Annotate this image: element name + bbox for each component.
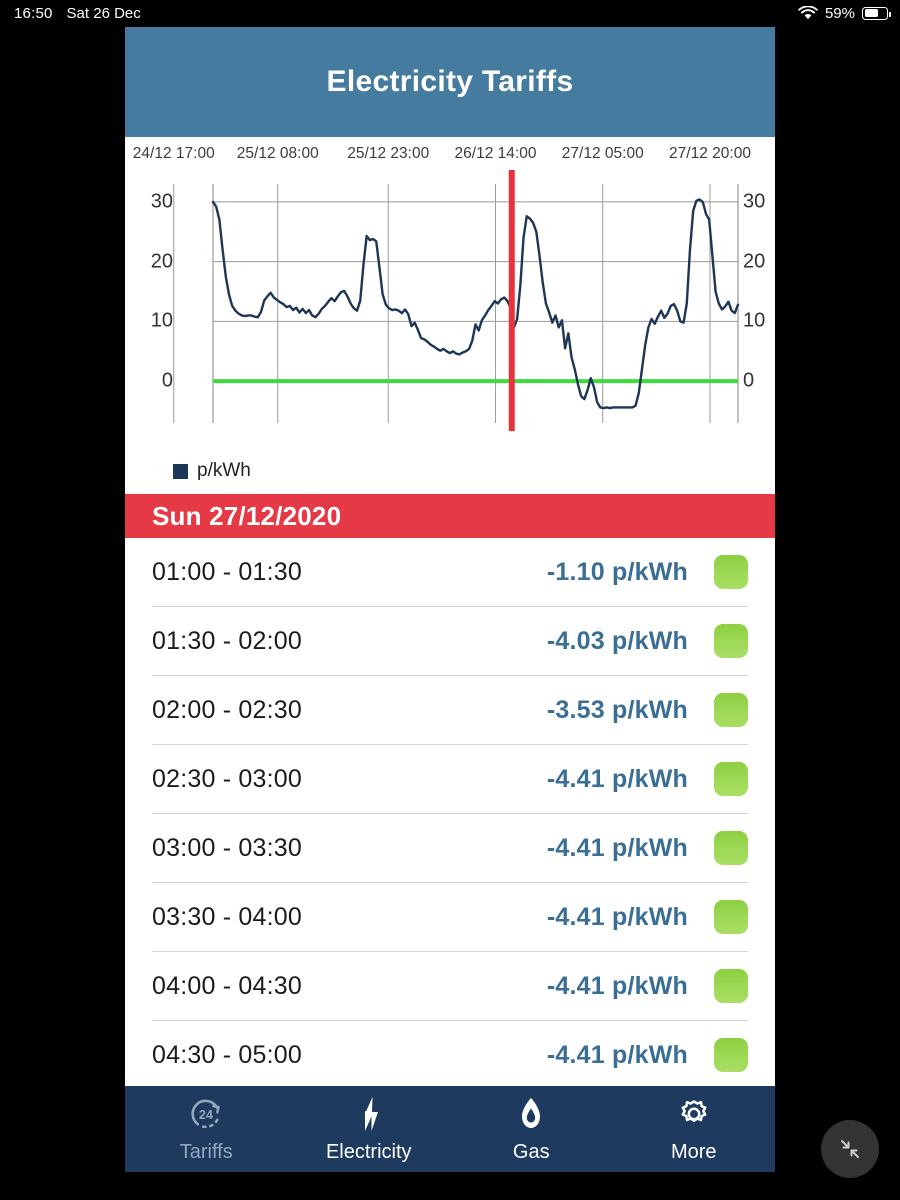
tariff-row[interactable]: 04:30 - 05:00 -4.41 p/kWh bbox=[152, 1021, 748, 1090]
app-header: Electricity Tariffs bbox=[125, 27, 775, 137]
tariff-row-time: 01:00 - 01:30 bbox=[152, 557, 302, 586]
tariff-row-price: -4.03 p/kWh bbox=[546, 626, 688, 655]
tariff-row[interactable]: 04:00 - 04:30 -4.41 p/kWh bbox=[152, 952, 748, 1021]
tariff-list[interactable]: 01:00 - 01:30 -1.10 p/kWh 01:30 - 02:00 -4.… bbox=[125, 538, 775, 1116]
tariff-row-price: -4.41 p/kWh bbox=[546, 764, 688, 793]
tariff-row[interactable]: 01:30 - 02:00 -4.03 p/kWh bbox=[152, 607, 748, 676]
status-bar: 16:50 Sat 26 Dec 59% bbox=[0, 0, 900, 26]
tariff-row[interactable]: 03:30 - 04:00 -4.41 p/kWh bbox=[152, 883, 748, 952]
gear-icon bbox=[675, 1094, 713, 1134]
collapse-window-button[interactable] bbox=[821, 1120, 879, 1178]
chart-y-tick-label: 10 bbox=[743, 309, 766, 332]
legend-color-swatch bbox=[173, 463, 188, 479]
status-bar-date: Sat 26 Dec bbox=[66, 4, 141, 22]
tariff-row-swatch bbox=[714, 969, 748, 1003]
chart-x-axis-labels: 24/12 17:00 25/12 08:00 25/12 23:00 26/12 1… bbox=[125, 145, 775, 167]
clock-24-icon: 24 bbox=[187, 1094, 225, 1134]
date-banner-text: Sun 27/12/2020 bbox=[152, 500, 342, 531]
tariff-row-swatch bbox=[714, 555, 748, 589]
chart-y-tick-label: 30 bbox=[743, 190, 766, 213]
tariff-row-price: -3.53 p/kWh bbox=[546, 695, 688, 724]
tab-label: More bbox=[670, 1141, 717, 1163]
tariff-row-time: 02:00 - 02:30 bbox=[152, 695, 302, 724]
chart-x-tick-label: 27/12 05:00 bbox=[561, 145, 644, 162]
chart-y-tick-label: 10 bbox=[150, 309, 173, 332]
page-title: Electricity Tariffs bbox=[326, 65, 574, 98]
chart-y-tick-label: 0 bbox=[161, 369, 173, 392]
tariff-row-swatch bbox=[714, 831, 748, 865]
chart-x-tick-label: 25/12 23:00 bbox=[347, 145, 430, 162]
tab-more[interactable]: More bbox=[613, 1086, 776, 1172]
chart-plot-area bbox=[125, 170, 775, 445]
tab-label: Gas bbox=[512, 1141, 550, 1163]
tariff-row-price: -1.10 p/kWh bbox=[546, 557, 688, 586]
chart-y-tick-label: 20 bbox=[743, 250, 766, 273]
tariff-row-price: -4.41 p/kWh bbox=[546, 902, 688, 931]
battery-icon bbox=[862, 6, 892, 20]
tariff-row-price: -4.41 p/kWh bbox=[546, 1040, 688, 1069]
svg-text:24: 24 bbox=[199, 1108, 213, 1122]
tariff-row-price: -4.41 p/kWh bbox=[546, 971, 688, 1000]
chart-y-tick-label: 20 bbox=[150, 250, 173, 273]
tariff-row[interactable]: 02:30 - 03:00 -4.41 p/kWh bbox=[152, 745, 748, 814]
tab-bar: 24 Tariffs Electricity Gas More bbox=[125, 1086, 775, 1172]
tariff-row-swatch bbox=[714, 1038, 748, 1072]
chart-series-line bbox=[211, 198, 740, 410]
tariff-row[interactable]: 02:00 - 02:30 -3.53 p/kWh bbox=[152, 676, 748, 745]
chart-y-tick-label: 0 bbox=[743, 369, 755, 392]
collapse-arrows-icon bbox=[841, 1140, 859, 1158]
tab-electricity[interactable]: Electricity bbox=[288, 1086, 451, 1172]
tariff-row-time: 02:30 - 03:00 bbox=[152, 764, 302, 793]
tariff-row-time: 03:30 - 04:00 bbox=[152, 902, 302, 931]
status-bar-right-group: 59% bbox=[798, 4, 892, 22]
tariff-row-price: -4.41 p/kWh bbox=[546, 833, 688, 862]
wifi-icon bbox=[798, 5, 818, 19]
tariff-row-swatch bbox=[714, 624, 748, 658]
date-banner: Sun 27/12/2020 bbox=[125, 494, 775, 538]
tariff-row-swatch bbox=[714, 900, 748, 934]
battery-percent-label: 59% bbox=[824, 4, 855, 22]
tariff-row-time: 01:30 - 02:00 bbox=[152, 626, 302, 655]
tariff-row-swatch bbox=[714, 693, 748, 727]
chart-y-tick-label: 30 bbox=[150, 190, 173, 213]
tab-gas[interactable]: Gas bbox=[450, 1086, 613, 1172]
chart-legend: p/kWh bbox=[173, 460, 251, 482]
chart-x-tick-label: 25/12 08:00 bbox=[236, 145, 319, 162]
tariff-row-swatch bbox=[714, 762, 748, 796]
tariff-row[interactable]: 01:00 - 01:30 -1.10 p/kWh bbox=[152, 538, 748, 607]
lightning-bolt-icon bbox=[352, 1094, 386, 1134]
app-window: Electricity Tariffs 24/12 17:00 25/12 08:… bbox=[125, 27, 775, 1172]
tariff-row-time: 03:00 - 03:30 bbox=[152, 833, 302, 862]
chart-x-tick-label: 24/12 17:00 bbox=[132, 145, 215, 162]
tab-label: Electricity bbox=[325, 1141, 412, 1163]
chart-x-tick-label: 27/12 20:00 bbox=[669, 145, 751, 162]
tariff-row-time: 04:30 - 05:00 bbox=[152, 1040, 302, 1069]
tariff-row-time: 04:00 - 04:30 bbox=[152, 971, 302, 1000]
chart-svg bbox=[173, 170, 740, 431]
flame-icon bbox=[514, 1094, 548, 1134]
legend-label: p/kWh bbox=[197, 460, 251, 481]
chart-x-tick-label: 26/12 14:00 bbox=[454, 145, 537, 162]
tab-tariffs[interactable]: 24 Tariffs bbox=[125, 1086, 288, 1172]
tab-label: Tariffs bbox=[179, 1141, 233, 1163]
tariff-chart[interactable]: 24/12 17:00 25/12 08:00 25/12 23:00 26/12 1… bbox=[125, 137, 775, 494]
status-bar-time: 16:50 bbox=[14, 4, 53, 22]
tariff-row[interactable]: 03:00 - 03:30 -4.41 p/kWh bbox=[152, 814, 748, 883]
